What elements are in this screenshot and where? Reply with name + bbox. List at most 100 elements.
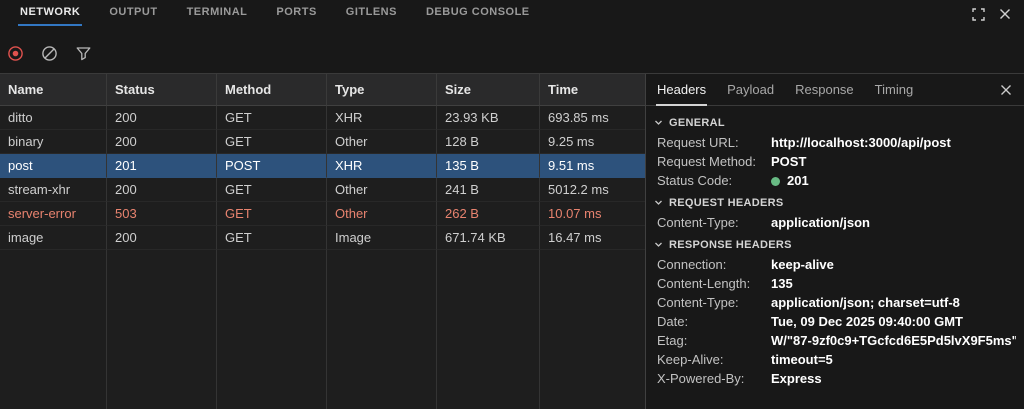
kv-content-type: Content-Type: application/json; charset=… (653, 293, 1016, 312)
table-empty-space (540, 250, 645, 409)
details-tab-bar: Headers Payload Response Timing (646, 74, 1024, 106)
tab-ports[interactable]: PORTS (274, 0, 318, 26)
col-header-status[interactable]: Status (107, 74, 217, 106)
maximize-panel-icon[interactable] (972, 8, 985, 21)
cell-size[interactable]: 241 B (437, 178, 540, 202)
tab-terminal[interactable]: TERMINAL (185, 0, 250, 26)
tab-network[interactable]: NETWORK (18, 0, 82, 26)
cell-method[interactable]: GET (217, 226, 327, 250)
kv-date: Date: Tue, 09 Dec 2025 09:40:00 GMT (653, 312, 1016, 331)
cell-name[interactable]: server-error (0, 202, 107, 226)
cell-size[interactable]: 23.93 KB (437, 106, 540, 130)
cell-status[interactable]: 200 (107, 106, 217, 130)
tab-debug-console[interactable]: DEBUG CONSOLE (424, 0, 532, 26)
section-request-headers: REQUEST HEADERS Content-Type: applicatio… (653, 192, 1016, 232)
kv-x-powered-by: X-Powered-By: Express (653, 369, 1016, 388)
network-toolbar (0, 28, 1024, 73)
kv-content-length: Content-Length: 135 (653, 274, 1016, 293)
cell-method[interactable]: GET (217, 178, 327, 202)
table-empty-space (107, 250, 217, 409)
kv-value: 135 (771, 276, 1016, 291)
tab-payload[interactable]: Payload (726, 74, 775, 106)
status-code-value: 201 (787, 173, 809, 188)
kv-label: Connection: (657, 257, 771, 272)
section-title: RESPONSE HEADERS (669, 239, 792, 251)
cell-status[interactable]: 503 (107, 202, 217, 226)
cell-type[interactable]: Image (327, 226, 437, 250)
requests-table: Name Status Method Type Size Time ditto … (0, 74, 645, 409)
cell-name[interactable]: stream-xhr (0, 178, 107, 202)
cell-method[interactable]: GET (217, 130, 327, 154)
cell-size[interactable]: 128 B (437, 130, 540, 154)
kv-label: Status Code: (657, 173, 771, 188)
close-panel-icon[interactable] (999, 8, 1011, 20)
kv-value: keep-alive (771, 257, 1016, 272)
kv-req-content-type: Content-Type: application/json (653, 213, 1016, 232)
cell-type[interactable]: Other (327, 202, 437, 226)
cell-type[interactable]: Other (327, 130, 437, 154)
cell-time[interactable]: 693.85 ms (540, 106, 645, 130)
kv-keep-alive: Keep-Alive: timeout=5 (653, 350, 1016, 369)
section-title: REQUEST HEADERS (669, 197, 784, 209)
cell-status[interactable]: 200 (107, 226, 217, 250)
cell-time[interactable]: 10.07 ms (540, 202, 645, 226)
cell-name[interactable]: post (0, 154, 107, 178)
section-general-header[interactable]: GENERAL (653, 112, 1016, 133)
cell-time[interactable]: 9.25 ms (540, 130, 645, 154)
kv-value: POST (771, 154, 1016, 169)
table-empty-space (437, 250, 540, 409)
cell-name[interactable]: binary (0, 130, 107, 154)
chevron-down-icon (653, 239, 664, 250)
filter-funnel-icon[interactable] (75, 45, 92, 62)
cell-name[interactable]: ditto (0, 106, 107, 130)
cell-method[interactable]: GET (217, 202, 327, 226)
kv-status-code: Status Code: 201 (653, 171, 1016, 190)
cell-method[interactable]: POST (217, 154, 327, 178)
chevron-down-icon (653, 197, 664, 208)
kv-label: Date: (657, 314, 771, 329)
cell-type[interactable]: XHR (327, 154, 437, 178)
cell-size[interactable]: 135 B (437, 154, 540, 178)
cell-method[interactable]: GET (217, 106, 327, 130)
cell-type[interactable]: Other (327, 178, 437, 202)
tab-gitlens[interactable]: GITLENS (344, 0, 399, 26)
cell-status[interactable]: 201 (107, 154, 217, 178)
kv-label: Etag: (657, 333, 771, 348)
tab-output[interactable]: OUTPUT (107, 0, 159, 26)
kv-label: Content-Length: (657, 276, 771, 291)
section-request-headers-header[interactable]: REQUEST HEADERS (653, 192, 1016, 213)
table-empty-space (327, 250, 437, 409)
tab-headers[interactable]: Headers (656, 74, 707, 106)
tab-response[interactable]: Response (794, 74, 855, 106)
col-header-time[interactable]: Time (540, 74, 645, 106)
cell-size[interactable]: 262 B (437, 202, 540, 226)
cell-status[interactable]: 200 (107, 130, 217, 154)
col-header-size[interactable]: Size (437, 74, 540, 106)
kv-label: Keep-Alive: (657, 352, 771, 367)
kv-label: Request URL: (657, 135, 771, 150)
close-details-icon[interactable] (1000, 84, 1012, 96)
kv-value: timeout=5 (771, 352, 1016, 367)
chevron-down-icon (653, 117, 664, 128)
cell-time[interactable]: 16.47 ms (540, 226, 645, 250)
kv-connection: Connection: keep-alive (653, 255, 1016, 274)
cell-type[interactable]: XHR (327, 106, 437, 130)
cell-size[interactable]: 671.74 KB (437, 226, 540, 250)
kv-request-url: Request URL: http://localhost:3000/api/p… (653, 133, 1016, 152)
cell-time[interactable]: 5012.2 ms (540, 178, 645, 202)
cell-time[interactable]: 9.51 ms (540, 154, 645, 178)
panel-tab-bar: NETWORK OUTPUT TERMINAL PORTS GITLENS DE… (0, 0, 1024, 28)
tab-timing[interactable]: Timing (874, 74, 915, 106)
record-icon[interactable] (7, 45, 24, 62)
section-response-headers-header[interactable]: RESPONSE HEADERS (653, 234, 1016, 255)
col-header-name[interactable]: Name (0, 74, 107, 106)
section-general: GENERAL Request URL: http://localhost:30… (653, 112, 1016, 190)
table-empty-space (0, 250, 107, 409)
col-header-method[interactable]: Method (217, 74, 327, 106)
table-empty-space (217, 250, 327, 409)
block-icon[interactable] (41, 45, 58, 62)
kv-value: application/json (771, 215, 1016, 230)
col-header-type[interactable]: Type (327, 74, 437, 106)
cell-status[interactable]: 200 (107, 178, 217, 202)
cell-name[interactable]: image (0, 226, 107, 250)
